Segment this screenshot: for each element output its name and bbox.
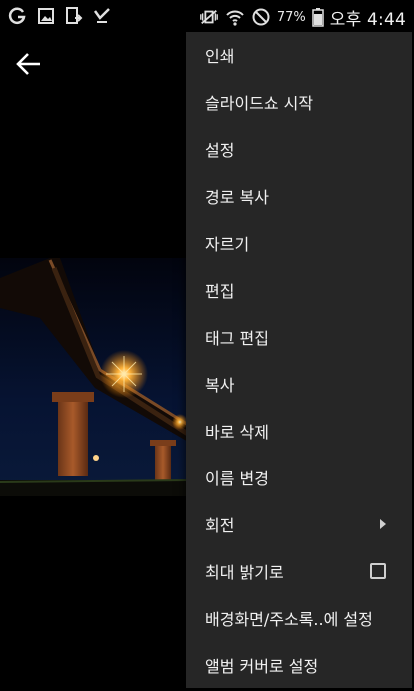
menu-item-label: 앨범 커버로 설정 [205,657,319,677]
dnd-icon [252,8,270,26]
menu-item-edit-tags[interactable]: 태그 편집 [186,313,412,360]
menu-item-label: 최대 밝기로 [205,563,284,583]
menu-item-label: 배경화면/주소록..에 설정 [205,610,373,630]
g-icon [8,7,26,24]
battery-icon [311,8,324,27]
submenu-arrow-icon [380,519,386,530]
overflow-menu: 인쇄 슬라이드쇼 시작 설정 경로 복사 자르기 편집 태그 편집 복사 바로 … [186,32,412,688]
system-icons: 77% 오후 4:44 [199,4,406,30]
menu-item-start-slideshow[interactable]: 슬라이드쇼 시작 [186,79,412,126]
menu-item-rename[interactable]: 이름 변경 [186,454,412,501]
menu-item-label: 설정 [205,141,235,161]
wifi-icon [226,10,244,26]
menu-item-copy[interactable]: 복사 [186,360,412,407]
menu-item-label: 슬라이드쇼 시작 [205,94,314,114]
menu-item-label: 인쇄 [205,47,235,67]
menu-item-label: 편집 [205,281,235,301]
menu-item-rotate[interactable]: 회전 [186,501,412,548]
menu-item-settings[interactable]: 설정 [186,126,412,173]
menu-item-edit[interactable]: 편집 [186,266,412,313]
max-brightness-checkbox[interactable] [370,563,386,580]
menu-item-crop[interactable]: 자르기 [186,220,412,267]
clock: 오후 4:44 [329,9,406,30]
menu-item-label: 이름 변경 [205,469,269,489]
menu-item-label: 태그 편집 [205,328,269,348]
menu-item-print[interactable]: 인쇄 [186,32,412,79]
gallery-viewer-screen: 77% 오후 4:44 인쇄 슬라이드쇼 시작 설정 경로 복사 자르기 편집 … [0,0,414,691]
photo-image [0,258,190,496]
menu-item-label: 경로 복사 [205,188,269,208]
notification-icons [8,6,112,26]
check-icon [93,8,110,23]
menu-item-set-as-wallpaper-contact[interactable]: 배경화면/주소록..에 설정 [186,595,412,642]
status-bar: 77% 오후 4:44 [0,0,414,34]
battery-percent: 77% [276,9,306,25]
menu-item-label: 복사 [205,375,235,395]
menu-item-copy-path[interactable]: 경로 복사 [186,173,412,220]
menu-item-label: 회전 [205,516,235,536]
arrow-left-icon[interactable] [14,50,44,78]
menu-item-delete-now[interactable]: 바로 삭제 [186,407,412,454]
vibrate-mute-icon [199,9,218,25]
menu-item-max-brightness[interactable]: 최대 밝기로 [186,548,412,595]
gallery-icon [38,8,54,24]
menu-item-label: 바로 삭제 [205,422,269,442]
upload-icon [66,7,83,24]
menu-item-label: 자르기 [205,235,250,254]
menu-item-set-as-album-cover[interactable]: 앨범 커버로 설정 [186,642,412,689]
